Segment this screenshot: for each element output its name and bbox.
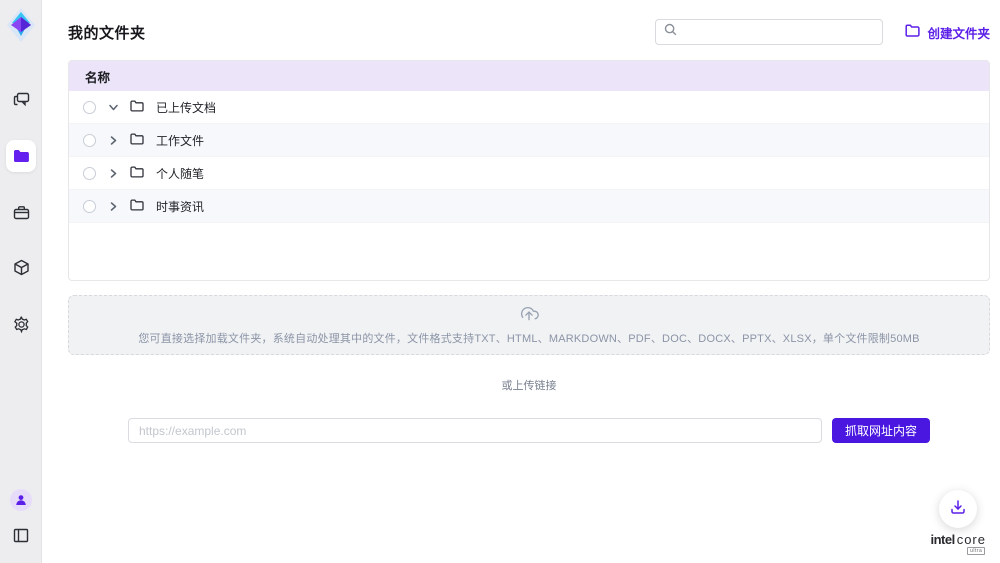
table-row[interactable]: 工作文件 <box>69 124 989 157</box>
table-header: 名称 <box>69 61 989 91</box>
table-row[interactable]: 已上传文档 <box>69 91 989 124</box>
cube-icon <box>13 259 30 277</box>
search-icon <box>664 23 677 41</box>
panel-toggle-icon[interactable] <box>6 523 36 547</box>
folder-name: 工作文件 <box>156 132 204 149</box>
page-title: 我的文件夹 <box>68 22 146 43</box>
user-avatar[interactable] <box>10 489 32 511</box>
chevron-right-icon[interactable] <box>108 168 118 178</box>
download-button[interactable] <box>939 490 977 528</box>
row-checkbox[interactable] <box>83 134 96 147</box>
folder-outline-icon <box>130 133 144 148</box>
sidebar-item-plugins[interactable] <box>6 252 36 284</box>
url-input[interactable] <box>128 418 822 443</box>
folder-name: 已上传文档 <box>156 99 216 116</box>
cloud-upload-icon <box>518 304 540 326</box>
search-box <box>655 19 883 45</box>
sidebar-item-folders[interactable] <box>6 140 36 172</box>
sidebar-item-settings[interactable] <box>6 308 36 340</box>
intel-wordmark: intel <box>930 532 954 547</box>
download-icon <box>950 499 966 520</box>
sidebar-bottom <box>0 489 42 547</box>
upload-hint: 您可直接选择加载文件夹，系统自动处理其中的文件，文件格式支持TXT、HTML、M… <box>138 330 919 346</box>
gear-icon <box>13 316 30 333</box>
chevron-down-icon[interactable] <box>108 102 118 112</box>
intel-core-logo: intel core <box>930 532 986 547</box>
upload-link-divider: 或上传链接 <box>68 377 990 393</box>
row-checkbox[interactable] <box>83 101 96 114</box>
create-folder-label: 创建文件夹 <box>927 23 990 42</box>
folder-name: 时事资讯 <box>156 198 204 215</box>
folder-outline-icon <box>130 166 144 181</box>
sidebar-nav <box>0 84 42 340</box>
briefcase-icon <box>13 205 30 220</box>
sidebar-item-workspace[interactable] <box>6 196 36 228</box>
row-checkbox[interactable] <box>83 200 96 213</box>
app-logo-gem-icon[interactable] <box>7 8 35 42</box>
upload-dropzone[interactable]: 您可直接选择加载文件夹，系统自动处理其中的文件，文件格式支持TXT、HTML、M… <box>68 295 990 355</box>
sidebar-item-chat[interactable] <box>6 84 36 116</box>
corner-widgets: intel core ultra <box>930 490 986 555</box>
fetch-url-button[interactable]: 抓取网址内容 <box>832 418 930 443</box>
folder-outline-icon <box>130 199 144 214</box>
folder-plus-icon <box>905 24 920 40</box>
url-upload-row: 抓取网址内容 <box>68 418 990 443</box>
name-column-header: 名称 <box>85 67 110 86</box>
search-input[interactable] <box>683 25 874 39</box>
folder-outline-icon <box>130 100 144 115</box>
create-folder-button[interactable]: 创建文件夹 <box>905 23 990 42</box>
chevron-right-icon[interactable] <box>108 135 118 145</box>
topbar: 我的文件夹 创建文件夹 <box>68 18 990 46</box>
chevron-right-icon[interactable] <box>108 201 118 211</box>
main-content: 我的文件夹 创建文件夹 名称 <box>42 0 1000 563</box>
ultra-badge: ultra <box>967 547 985 555</box>
sidebar <box>0 0 42 563</box>
folder-filled-icon <box>13 149 30 163</box>
chat-icon <box>13 92 30 108</box>
table-row[interactable]: 时事资讯 <box>69 190 989 223</box>
core-wordmark: core <box>957 532 986 547</box>
row-checkbox[interactable] <box>83 167 96 180</box>
folder-table: 名称 已上传文档 工作文件 <box>68 60 990 281</box>
table-row[interactable]: 个人随笔 <box>69 157 989 190</box>
folder-name: 个人随笔 <box>156 165 204 182</box>
